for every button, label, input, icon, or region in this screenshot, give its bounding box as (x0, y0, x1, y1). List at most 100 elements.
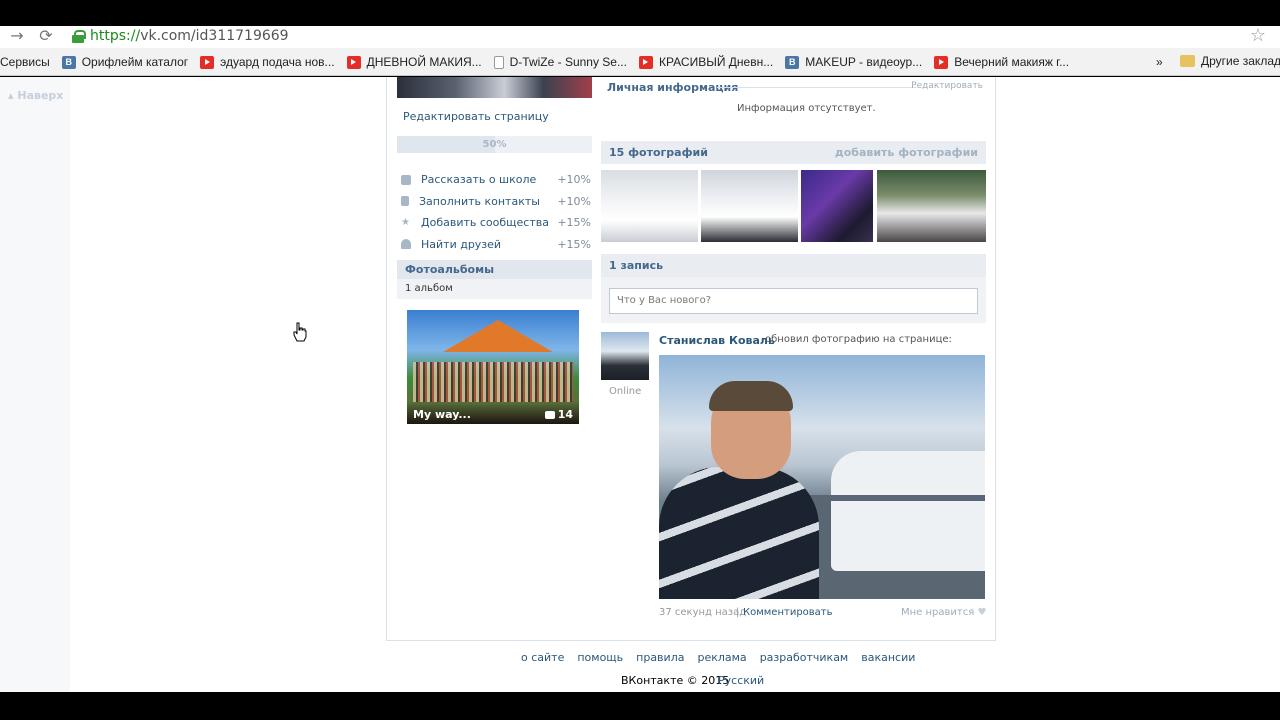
bookmark-item[interactable]: B MAKEUP - видеоур... (785, 55, 922, 69)
bookmark-item[interactable]: ДНЕВНОЙ МАКИЯ... (346, 55, 482, 69)
personal-info-empty: Информация отсутствует. (737, 103, 876, 114)
personal-info-edit-link[interactable]: Редактировать (911, 81, 983, 91)
task-bonus: +10% (557, 194, 591, 208)
album-thumbnail[interactable]: My way... 14 (407, 310, 579, 424)
comment-link[interactable]: Комментировать (743, 607, 833, 618)
profile-tasks: Рассказать о школе +10% Заполнить контакт… (401, 169, 591, 255)
bookmark-item[interactable]: Вечерний макияж г... (934, 55, 1069, 69)
youtube-icon (200, 55, 215, 69)
album-photo-count: 14 (544, 408, 573, 421)
profile-avatar[interactable] (397, 77, 592, 98)
bookmark-item[interactable]: эдуард подача нов... (200, 55, 335, 69)
album-caption: My way... 14 (407, 402, 579, 424)
footer-link[interactable]: реклама (697, 651, 746, 664)
vk-page: ▴ Наверх Редактировать страницу 50% Расс… (0, 77, 1280, 692)
task-label: Рассказать о школе (421, 173, 537, 187)
scroll-to-top-link[interactable]: ▴ Наверх (8, 89, 63, 102)
task-communities[interactable]: ★ Добавить сообщества +15% (401, 212, 591, 234)
task-bonus: +15% (557, 216, 591, 230)
photo-thumbnail[interactable] (601, 170, 698, 242)
task-bonus: +10% (557, 173, 591, 187)
bookmark-label: D-TwiZe - Sunny Se... (509, 55, 627, 69)
folder-icon (1180, 55, 1195, 67)
post-author-name[interactable]: Станислав Коваль (659, 334, 775, 347)
wall-title: 1 запись (609, 259, 664, 272)
bookmarks-bar: Сервисы B Орифлейм каталог эдуард подача … (0, 50, 1280, 74)
browser-chrome: → ⟳ https:// vk.com/id311719669 ☆ Сервис… (0, 26, 1280, 76)
footer-link[interactable]: помощь (577, 651, 623, 664)
bookmark-item[interactable]: Сервисы (0, 55, 50, 69)
screen-bottom-bar (0, 692, 1280, 720)
album-photo-count-value: 14 (557, 408, 573, 421)
footer-links: о сайте помощь правила реклама разработч… (521, 651, 915, 664)
task-school[interactable]: Рассказать о школе +10% (401, 169, 591, 191)
bookmark-item[interactable]: КРАСИВЫЙ Дневн... (638, 55, 774, 69)
other-bookmarks-folder[interactable]: Другие заклад (1180, 54, 1280, 68)
bookmark-item[interactable]: D-TwiZe - Sunny Se... (493, 55, 627, 69)
bookmark-star-icon[interactable]: ☆ (1250, 26, 1266, 46)
footer-link[interactable]: правила (636, 651, 684, 664)
page-icon (493, 55, 504, 69)
post-action-text: обновил фотографию на странице: (765, 334, 952, 345)
profile-progress-bar: 50% (397, 136, 592, 153)
album-image-roof (443, 320, 553, 352)
footer-link[interactable]: о сайте (521, 651, 564, 664)
footer-copyright: ВКонтакте © 2015 (621, 674, 730, 687)
new-post-input[interactable]: Что у Вас нового? (609, 288, 978, 314)
progress-label: 50% (482, 139, 507, 150)
photo-person-hair (709, 381, 793, 411)
task-label: Заполнить контакты (419, 194, 540, 208)
forward-icon[interactable]: → (6, 26, 28, 46)
url-path: vk.com/id311719669 (140, 28, 289, 44)
edit-page-link[interactable]: Редактировать страницу (403, 110, 549, 123)
bookmarks-more-button[interactable]: » (1156, 55, 1163, 69)
profile-card: Редактировать страницу 50% Рассказать о … (386, 77, 996, 641)
like-label: Мне нравится (901, 607, 975, 618)
scroll-up-strip[interactable]: ▴ Наверх (0, 77, 70, 692)
star-icon: ★ (401, 216, 410, 228)
youtube-icon (638, 55, 653, 69)
photos-title: 15 фотографий (609, 146, 708, 159)
task-contacts[interactable]: Заполнить контакты +10% (401, 191, 591, 213)
photo-ship (831, 451, 985, 571)
bookmark-label: Орифлейм каталог (81, 55, 189, 69)
phone-icon (401, 196, 409, 207)
photo-thumbnail[interactable] (877, 170, 986, 242)
bookmark-item[interactable]: B Орифлейм каталог (61, 55, 189, 69)
post-timestamp[interactable]: 37 секунд назад (659, 607, 746, 618)
task-label: Добавить сообщества (421, 216, 549, 230)
post-photo[interactable] (659, 355, 985, 599)
albums-count[interactable]: 1 альбом (397, 279, 592, 299)
bookmark-label: эдуард подача нов... (220, 55, 335, 69)
like-button[interactable]: Мне нравится ♥ (901, 607, 986, 618)
school-icon (401, 174, 411, 185)
scroll-to-top-label: Наверх (17, 89, 64, 102)
other-bookmarks-label: Другие заклад (1201, 54, 1280, 68)
screen-top-bar (0, 0, 1280, 26)
reload-icon[interactable]: ⟳ (35, 26, 57, 46)
photo-thumbnail[interactable] (701, 170, 798, 242)
footer-link[interactable]: разработчикам (760, 651, 849, 664)
hand-cursor-icon (293, 322, 307, 342)
post-author-avatar[interactable] (601, 332, 649, 380)
youtube-icon (934, 55, 949, 69)
bookmark-label: КРАСИВЫЙ Дневн... (658, 55, 774, 69)
online-status: Online (609, 386, 642, 397)
footer-link[interactable]: вакансии (861, 651, 915, 664)
language-link[interactable]: Русский (718, 674, 764, 687)
heart-icon: ♥ (977, 607, 987, 618)
task-friends[interactable]: Найти друзей +15% (401, 234, 591, 256)
lock-icon (72, 29, 86, 43)
vk-icon: B (785, 55, 800, 69)
address-bar[interactable]: https:// vk.com/id311719669 (64, 26, 1254, 46)
photo-thumbnail[interactable] (801, 170, 873, 242)
friends-icon (401, 239, 411, 250)
vk-icon: B (61, 55, 76, 69)
add-photos-link[interactable]: добавить фотографии (835, 141, 978, 164)
photos-header[interactable]: 15 фотографий добавить фотографии (601, 141, 986, 164)
camera-icon (544, 411, 555, 419)
bookmark-label: Вечерний макияж г... (954, 55, 1070, 69)
youtube-icon (346, 55, 361, 69)
photo-person (659, 381, 819, 599)
albums-header[interactable]: Фотоальбомы (397, 260, 592, 279)
